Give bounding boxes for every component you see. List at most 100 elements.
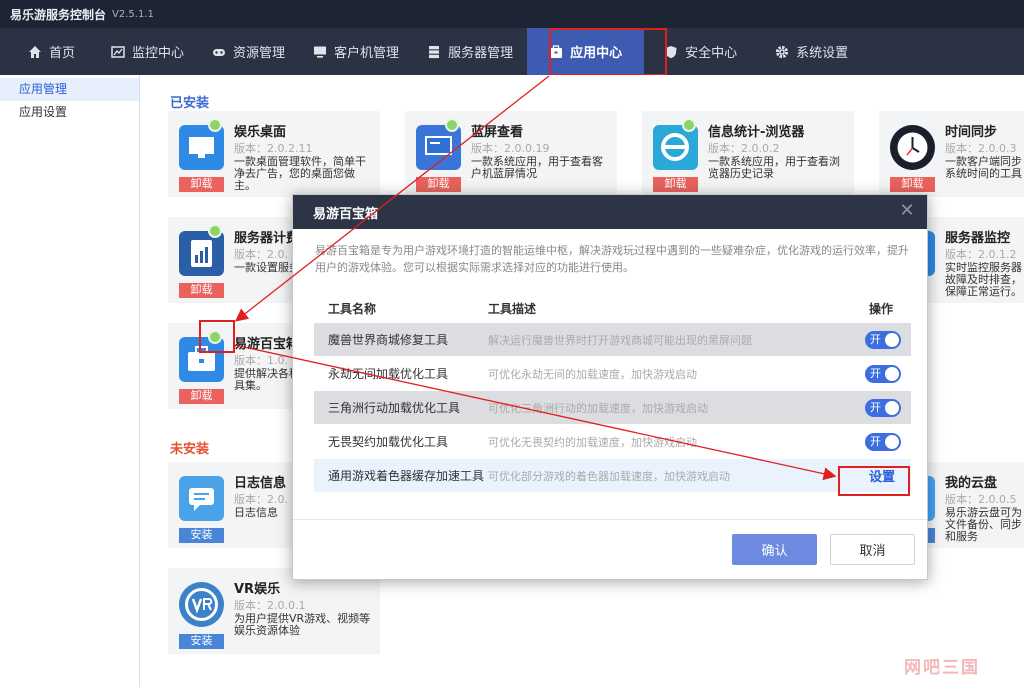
shield-icon: [665, 45, 677, 58]
col-op-header: 操作: [868, 301, 893, 316]
settings-gear-icon[interactable]: [682, 118, 696, 132]
log-app-icon: [179, 476, 224, 521]
gamepad-icon: [213, 48, 226, 56]
app-card[interactable]: 时间同步 版本：2.0.0.3 一款客户端同步系统时间的工具 卸载: [879, 111, 1024, 197]
nav-clients[interactable]: 客户机管理: [299, 28, 413, 75]
app-version: 版本：2.0.0.3: [945, 142, 1017, 155]
nav-app-center-label: 应用中心: [570, 46, 623, 61]
table-row: 无畏契约加载优化工具 可优化无畏契约的加载速度，加快游戏启动 开: [314, 425, 911, 459]
app-desc: 易乐游云盘可为文件备份、同步和服务: [945, 507, 1022, 543]
uninstall-button[interactable]: 卸载: [179, 283, 224, 298]
settings-gear-icon[interactable]: [208, 224, 222, 238]
installed-heading: 已安装: [170, 96, 210, 111]
uninstall-button[interactable]: 卸载: [416, 177, 461, 192]
table-row: 三角洲行动加载优化工具 可优化三角洲行动的加载速度，加快游戏启动 开: [314, 391, 911, 425]
app-name: VR娱乐: [234, 582, 281, 597]
home-icon: [29, 45, 41, 58]
settings-gear-icon[interactable]: [208, 330, 222, 344]
tool-desc: 解决运行魔兽世界时打开游戏商城可能出现的黑屏问题: [488, 333, 752, 347]
enable-toggle[interactable]: 开: [865, 364, 901, 383]
settings-link[interactable]: 设置: [869, 466, 895, 485]
nav-security[interactable]: 安全中心: [644, 28, 751, 75]
table-header: 工具名称 工具描述 操作: [314, 293, 911, 323]
settings-gear-icon[interactable]: [445, 118, 459, 132]
monitor-app-icon: [179, 125, 224, 170]
nav-resources[interactable]: 资源管理: [198, 28, 299, 75]
uninstall-button[interactable]: 卸载: [653, 177, 698, 192]
toggle-label: 开: [870, 332, 881, 346]
server-icon: [429, 45, 440, 58]
install-button[interactable]: 安装: [179, 528, 224, 543]
tool-name: 魔兽世界商城修复工具: [328, 333, 449, 347]
nav-settings-label: 系统设置: [796, 46, 849, 61]
app-name: 时间同步: [945, 125, 998, 140]
app-version: 版本：2.0.: [234, 248, 288, 261]
confirm-button[interactable]: 确认: [732, 534, 817, 565]
enable-toggle[interactable]: 开: [865, 398, 901, 417]
nav-app-center[interactable]: 应用中心: [527, 28, 645, 75]
app-name: 日志信息: [234, 476, 287, 491]
nav-home-label: 首页: [49, 46, 76, 61]
app-card[interactable]: VR娱乐 版本：2.0.0.1 为用户提供VR游戏、视频等娱乐资源体验 安装: [168, 568, 380, 654]
table-row: 魔兽世界商城修复工具 解决运行魔兽世界时打开游戏商城可能出现的黑屏问题 开: [314, 323, 911, 357]
nav-security-label: 安全中心: [685, 46, 738, 61]
close-icon[interactable]: ✕: [899, 202, 915, 220]
app-name: 我的云盘: [945, 476, 998, 491]
tool-name: 通用游戏着色器缓存加速工具: [328, 469, 485, 483]
table-row: 通用游戏着色器缓存加速工具 可优化部分游戏的着色器加载速度，加快游戏启动 设置: [314, 459, 911, 493]
col-desc-header: 工具描述: [488, 301, 537, 316]
app-name: 服务器监控: [945, 231, 1011, 246]
title-bar: 易乐游服务控制台 V2.5.1.1: [0, 0, 1024, 28]
sidebar-item-app-manage[interactable]: 应用管理: [0, 78, 139, 101]
tool-desc: 可优化永劫无间的加载速度，加快游戏启动: [488, 367, 697, 381]
uninstall-button[interactable]: 卸载: [179, 389, 224, 404]
nav-monitor[interactable]: 监控中心: [89, 28, 198, 75]
uninstall-button[interactable]: 卸载: [890, 177, 935, 192]
tool-name: 无畏契约加载优化工具: [328, 435, 449, 449]
main-nav: 首页 监控中心 资源管理 客户机管理 服务器管理 应用中心 安全中心 系统设置: [0, 28, 1024, 75]
app-card[interactable]: 信息统计-浏览器 版本：2.0.0.2 一款系统应用，用于查看浏览器历史记录 卸…: [642, 111, 854, 197]
watermark: 网吧三国: [904, 658, 980, 678]
tool-table: 工具名称 工具描述 操作 魔兽世界商城修复工具 解决运行魔兽世界时打开游戏商城可…: [314, 293, 911, 493]
clock-app-icon: [890, 125, 935, 170]
app-name: 易游百宝箱: [234, 337, 300, 352]
box-icon: [550, 44, 563, 58]
col-name-header: 工具名称: [328, 301, 377, 316]
app-title: 易乐游服务控制台: [10, 7, 107, 22]
toolbox-app-icon: [179, 337, 224, 382]
enable-toggle[interactable]: 开: [865, 330, 901, 349]
tool-desc: 可优化三角洲行动的加载速度，加快游戏启动: [488, 401, 708, 415]
tool-name: 永劫无间加载优化工具: [328, 367, 449, 381]
app-desc: 一款系统应用，用于查看浏览器历史记录: [708, 156, 840, 180]
app-name: 服务器计费: [234, 231, 300, 246]
dialog-footer: 确认 取消: [293, 519, 927, 580]
table-row: 永劫无间加载优化工具 可优化永劫无间的加载速度，加快游戏启动 开: [314, 357, 911, 391]
install-button[interactable]: 安装: [179, 634, 224, 649]
app-version: 版本：2.0.2.11: [234, 142, 313, 155]
nav-monitor-label: 监控中心: [132, 46, 185, 61]
browser-app-icon: [653, 125, 698, 170]
nav-servers[interactable]: 服务器管理: [413, 28, 527, 75]
toggle-label: 开: [870, 434, 881, 448]
app-card[interactable]: 娱乐桌面 版本：2.0.2.11 一款桌面管理软件，简单干净去广告，您的桌面您做…: [168, 111, 380, 197]
app-desc: 实时监控服务器故障及时排查，保障正常运行。: [945, 262, 1022, 298]
settings-gear-icon[interactable]: [208, 118, 222, 132]
app-version: 版本：2.0.1.2: [945, 248, 1017, 261]
app-name: 蓝屏查看: [471, 125, 524, 140]
vr-app-icon: [179, 582, 224, 627]
dialog-title: 易游百宝箱: [313, 206, 379, 222]
uninstall-button[interactable]: 卸载: [179, 177, 224, 192]
nav-settings[interactable]: 系统设置: [751, 28, 862, 75]
gear-icon: [776, 45, 789, 58]
bluescreen-app-icon: [416, 125, 461, 170]
cancel-button[interactable]: 取消: [830, 534, 915, 565]
app-card[interactable]: 蓝屏查看 版本：2.0.0.19 一款系统应用，用于查看客户机蓝屏情况 卸载: [405, 111, 617, 197]
app-desc: 一款桌面管理软件，简单干净去广告，您的桌面您做主。: [234, 156, 366, 192]
enable-toggle[interactable]: 开: [865, 432, 901, 451]
nav-home[interactable]: 首页: [0, 28, 89, 75]
sidebar-item-app-settings[interactable]: 应用设置: [0, 101, 139, 124]
tool-desc: 可优化无畏契约的加载速度，加快游戏启动: [488, 435, 697, 449]
app-name: 娱乐桌面: [234, 125, 287, 140]
app-version: 版本：2.0.0.1: [234, 599, 306, 612]
nav-clients-label: 客户机管理: [334, 46, 400, 61]
